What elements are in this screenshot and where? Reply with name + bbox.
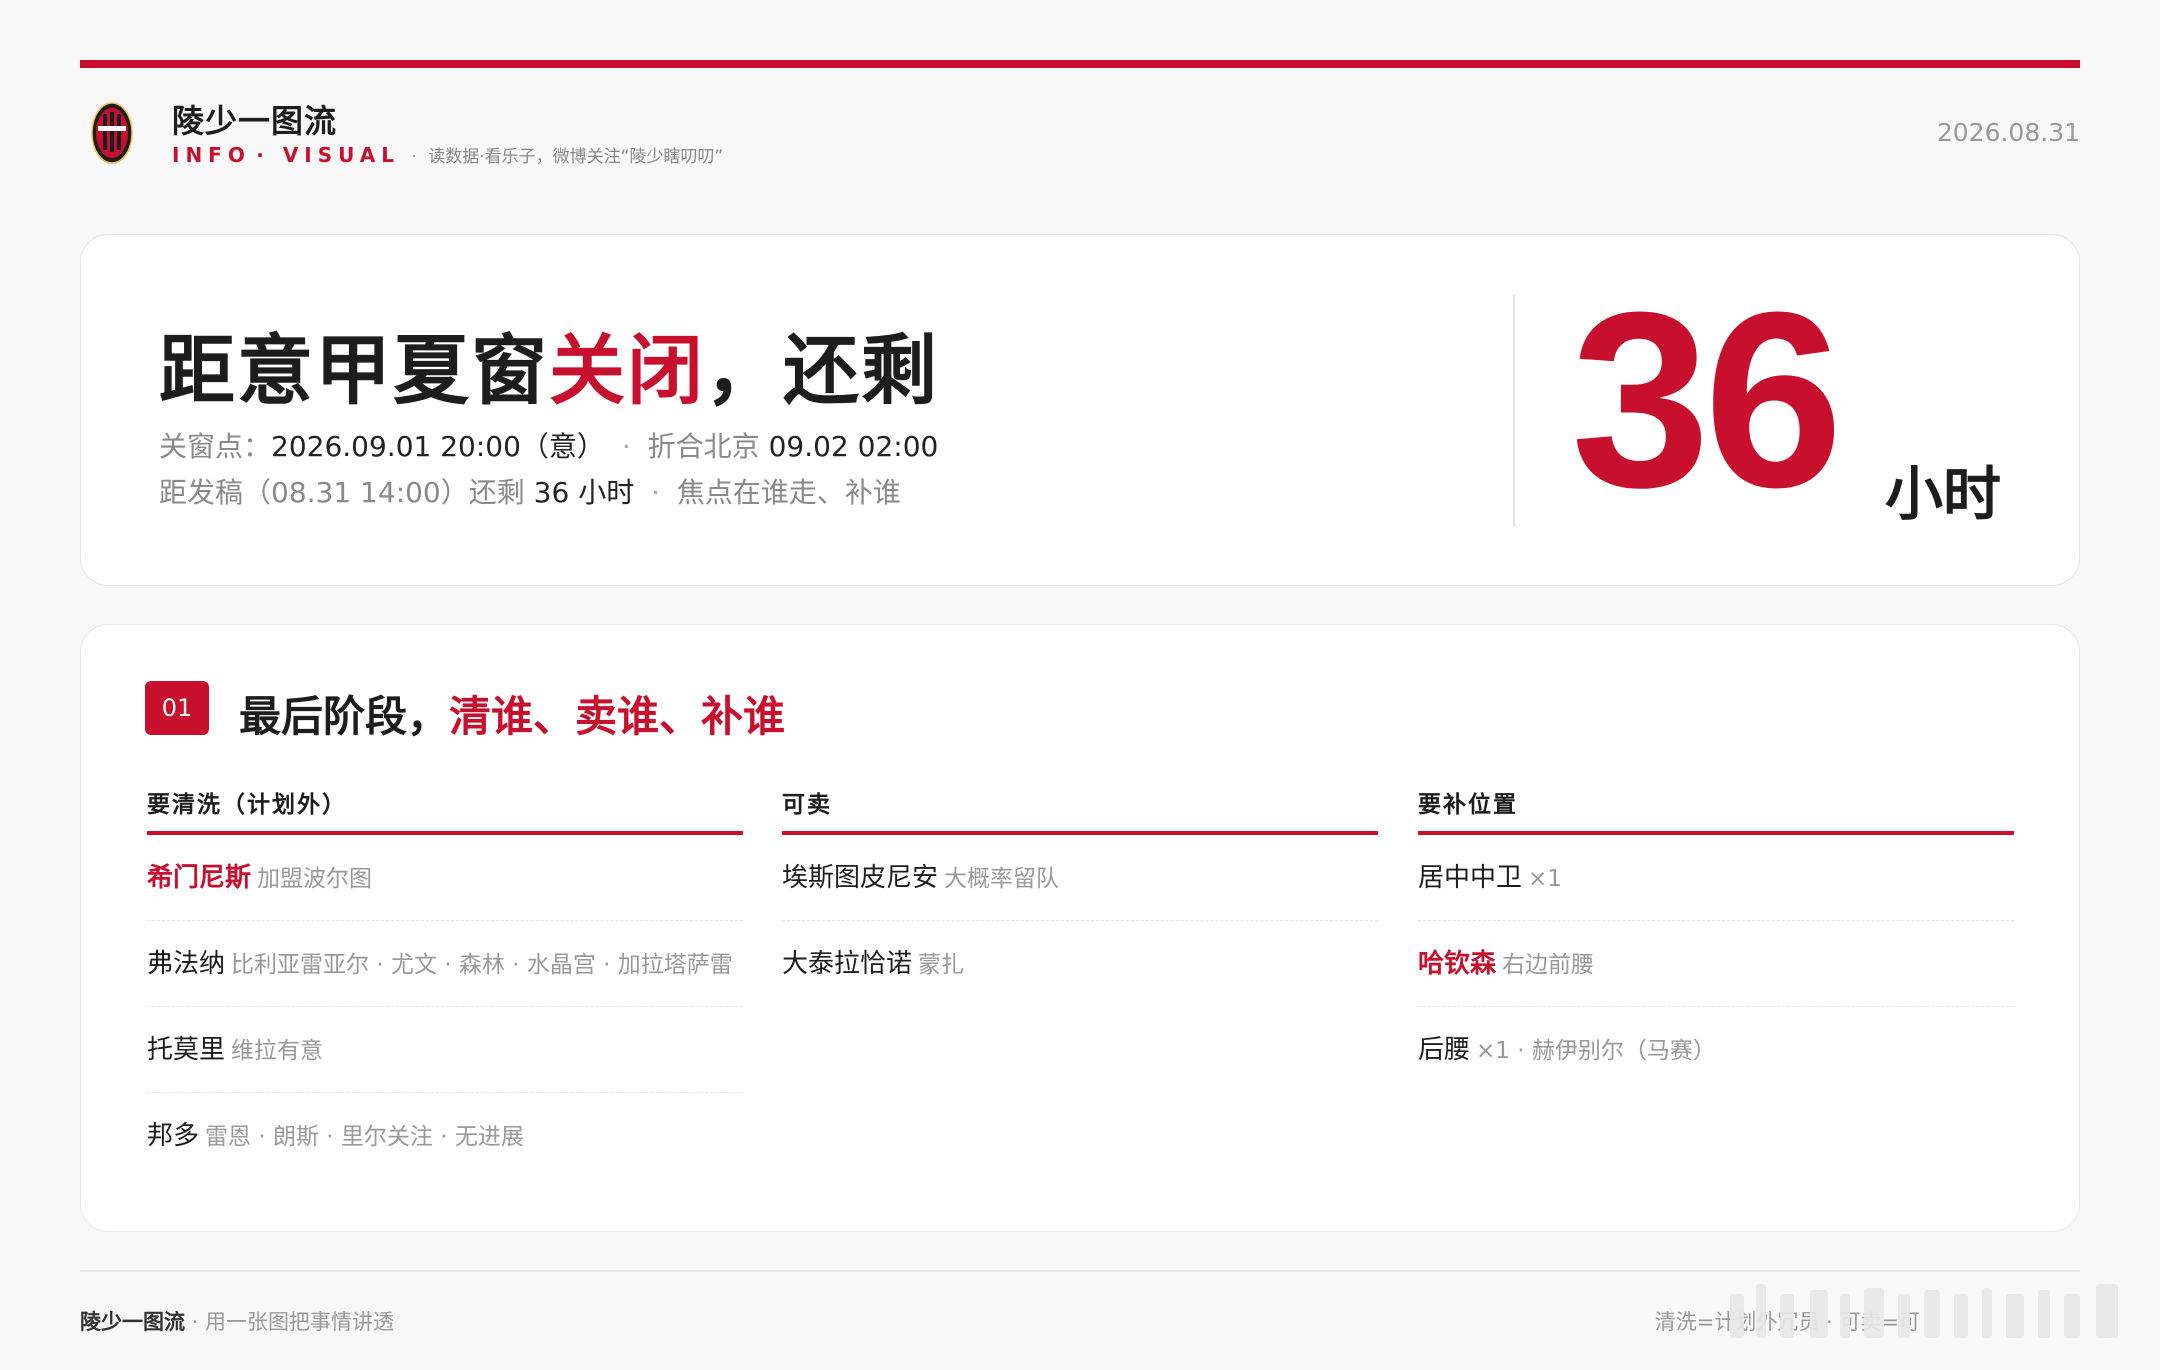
list-item: 大泰拉恰诺 蒙扎 — [782, 921, 1378, 1006]
hero-title-red: 关闭 — [549, 326, 705, 415]
brand-title: 陵少一图流 — [172, 102, 338, 140]
list-item: 托莫里 维拉有意 — [147, 1007, 743, 1093]
countdown-number: 36 — [1571, 260, 1843, 539]
column-positions-needed: 要补位置 居中中卫 ×1 哈钦森 右边前腰 后腰 ×1 · 赫伊别尔（马赛） — [1418, 785, 2014, 1092]
brand-sub-text: 读数据·看乐子，微博关注“陵少瞎叨叨” — [428, 147, 724, 167]
remaining-value: 36 小时 — [533, 476, 635, 509]
player-note: 比利亚雷亚尔 · 尤文 · 森林 · 水晶宫 · 加拉塔萨雷 — [231, 952, 733, 978]
hero-title-pre: 距意甲夏窗 — [159, 326, 549, 415]
list-item: 弗法纳 比利亚雷亚尔 · 尤文 · 森林 · 水晶宫 · 加拉塔萨雷 — [147, 921, 743, 1007]
column-header: 要补位置 — [1418, 785, 2014, 835]
remaining-meta: 距发稿（08.31 14:00）还剩 36 小时 · 焦点在谁走、补谁 — [159, 471, 901, 511]
footer-brand: 陵少一图流 · 用一张图把事情讲透 — [80, 1310, 395, 1334]
footer-slogan: 用一张图把事情讲透 — [205, 1310, 395, 1334]
footer-divider — [80, 1270, 2080, 1272]
player-name: 希门尼斯 — [147, 863, 252, 893]
beijing-time-label: 折合北京 — [647, 430, 760, 463]
transfer-section-card: 01 最后阶段，清谁、卖谁、补谁 要清洗（计划外） 希门尼斯 加盟波尔图 弗法纳比… — [80, 624, 2080, 1232]
position-note: ×1 — [1528, 866, 1562, 892]
hero-title: 距意甲夏窗关闭，还剩 — [159, 309, 939, 419]
close-time-meta: 关窗点：2026.09.01 20:00（意） · 折合北京 09.02 02:… — [159, 425, 938, 465]
position-note: 右边前腰 — [1502, 952, 1595, 978]
section-title: 最后阶段，清谁、卖谁、补谁 — [239, 683, 785, 744]
position-note: ×1 · 赫伊别尔（马赛） — [1476, 1038, 1716, 1064]
player-name: 邦多 — [147, 1121, 200, 1151]
beijing-time-value: 09.02 02:00 — [768, 430, 939, 463]
ac-milan-crest-icon — [91, 102, 133, 164]
brand-sub-dot: · — [256, 143, 283, 167]
remaining-post: 焦点在谁走、补谁 — [676, 476, 901, 509]
player-name: 埃斯图皮尼安 — [782, 863, 939, 893]
position-name: 居中中卫 — [1418, 863, 1523, 893]
section-title-pre: 最后阶段， — [239, 692, 450, 741]
column-header: 要清洗（计划外） — [147, 785, 743, 835]
player-note: 雷恩 · 朗斯 · 里尔关注 · 无进展 — [205, 1124, 524, 1150]
brand-subtitle: INFO · VISUAL · 读数据·看乐子，微博关注“陵少瞎叨叨” — [172, 142, 723, 167]
vertical-divider — [1513, 295, 1515, 527]
player-note: 大概率留队 — [944, 866, 1060, 892]
top-accent-bar — [80, 60, 2080, 68]
player-note: 蒙扎 — [918, 952, 965, 978]
column-clear-out: 要清洗（计划外） 希门尼斯 加盟波尔图 弗法纳 比利亚雷亚尔 · 尤文 · 森林 ·… — [147, 785, 743, 1178]
meta-dot: · — [651, 476, 661, 509]
column-header: 可卖 — [782, 785, 1378, 835]
list-item: 居中中卫 ×1 — [1418, 835, 2014, 921]
position-name: 后腰 — [1418, 1035, 1471, 1065]
brand-sub-visual: VISUAL — [282, 143, 400, 167]
close-time-value: 2026.09.01 20:00（意） — [271, 430, 605, 463]
close-time-label: 关窗点： — [159, 430, 272, 463]
player-name: 弗法纳 — [147, 949, 226, 979]
page-header: 陵少一图流 INFO · VISUAL · 读数据·看乐子，微博关注“陵少瞎叨叨… — [80, 96, 2080, 176]
list-item: 哈钦森 右边前腰 — [1418, 921, 2014, 1007]
player-note: 加盟波尔图 — [257, 866, 373, 892]
weibo-watermark-icon — [1730, 1284, 2118, 1338]
list-item: 后腰 ×1 · 赫伊别尔（马赛） — [1418, 1007, 2014, 1092]
brand-sub-sep: · — [411, 147, 417, 167]
hero-title-post: ，还剩 — [705, 326, 939, 415]
brand-sub-info: INFO — [172, 143, 251, 167]
section-title-red: 清谁、卖谁、补谁 — [449, 692, 786, 741]
list-item: 希门尼斯 加盟波尔图 — [147, 835, 743, 921]
countdown-card: 距意甲夏窗关闭，还剩 关窗点：2026.09.01 20:00（意） · 折合北… — [80, 234, 2080, 586]
countdown-unit: 小时 — [1885, 460, 2002, 528]
meta-dot: · — [621, 430, 631, 463]
player-note: 维拉有意 — [231, 1038, 324, 1064]
list-item: 邦多 雷恩 · 朗斯 · 里尔关注 · 无进展 — [147, 1093, 743, 1178]
position-name: 哈钦森 — [1418, 949, 1497, 979]
player-name: 托莫里 — [147, 1035, 226, 1065]
header-date: 2026.08.31 — [1936, 118, 2080, 147]
section-number-badge: 01 — [145, 681, 209, 735]
list-item: 埃斯图皮尼安 大概率留队 — [782, 835, 1378, 921]
footer-brand-name: 陵少一图流 — [80, 1310, 185, 1334]
player-name: 大泰拉恰诺 — [782, 949, 913, 979]
remaining-pre: 距发稿（08.31 14:00）还剩 — [159, 476, 525, 509]
column-for-sale: 可卖 埃斯图皮尼安 大概率留队 大泰拉恰诺 蒙扎 — [782, 785, 1378, 1006]
